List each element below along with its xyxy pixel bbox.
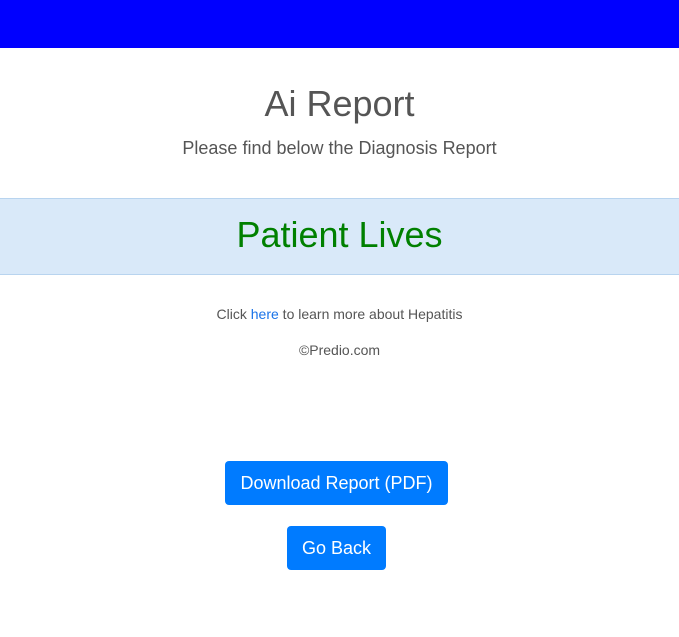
info-line: Click here to learn more about Hepatitis	[0, 306, 679, 322]
top-bar	[0, 0, 679, 48]
diagnosis-result: Patient Lives	[236, 214, 443, 255]
diagnosis-result-band: Patient Lives	[0, 198, 679, 275]
go-back-button[interactable]: Go Back	[287, 526, 386, 570]
info-suffix: to learn more about Hepatitis	[278, 306, 463, 322]
learn-more-link[interactable]: here	[251, 306, 279, 322]
report-header: Ai Report Please find below the Diagnosi…	[0, 48, 679, 198]
copyright-text: ©Predio.com	[298, 342, 381, 358]
info-prefix: Click	[216, 306, 251, 322]
page-title: Ai Report	[264, 83, 415, 124]
page-subtitle: Please find below the Diagnosis Report	[182, 138, 497, 158]
download-report-button[interactable]: Download Report (PDF)	[225, 461, 448, 505]
